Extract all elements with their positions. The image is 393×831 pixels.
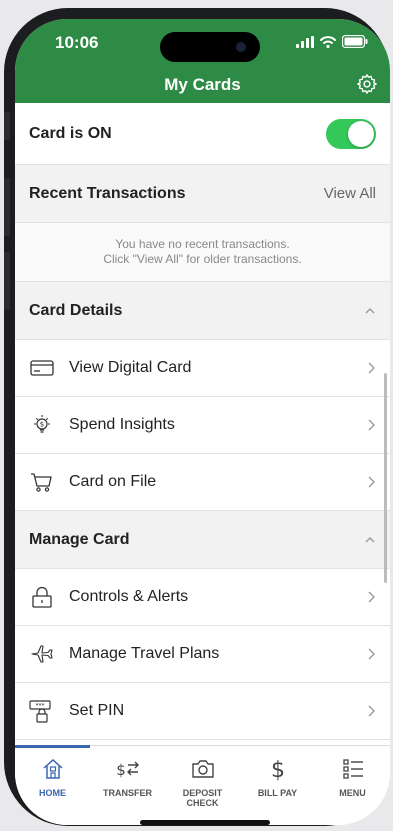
manage-card-label: Manage Card xyxy=(29,530,130,548)
home-indicator[interactable] xyxy=(140,820,270,825)
svg-text:$: $ xyxy=(271,758,285,781)
tab-bill-pay[interactable]: $ BILL PAY xyxy=(240,756,315,798)
card-details-label: Card Details xyxy=(29,301,123,319)
app-header: 10:06 My Cards xyxy=(15,19,390,103)
screen: 10:06 My Cards Card is ON Recent Transac… xyxy=(15,19,390,825)
tab-bill-pay-label: BILL PAY xyxy=(257,788,298,798)
signal-icon xyxy=(296,35,314,48)
page-title: My Cards xyxy=(164,75,241,94)
controls-alerts-item[interactable]: Controls & Alerts xyxy=(15,569,390,626)
cart-icon xyxy=(29,469,55,495)
tab-home-label: HOME xyxy=(39,788,66,798)
mute-switch xyxy=(4,112,10,140)
lightbulb-dollar-icon: $ xyxy=(29,412,55,438)
transfer-icon: $ xyxy=(115,756,141,782)
card-details-header[interactable]: Card Details xyxy=(15,282,390,340)
content-area: Card is ON Recent Transactions View All … xyxy=(15,103,390,745)
tab-deposit-check-label: DEPOSIT CHECK xyxy=(182,788,223,808)
gear-icon[interactable] xyxy=(356,73,378,95)
dollar-icon: $ xyxy=(265,756,291,782)
spend-insights-item[interactable]: $ Spend Insights xyxy=(15,397,390,454)
card-status-row: Card is ON xyxy=(15,103,390,165)
tab-bar: HOME $ TRANSFER DEPOSIT CHECK $ BILL PAY… xyxy=(15,745,390,825)
manage-travel-plans-label: Manage Travel Plans xyxy=(69,645,220,662)
battery-icon xyxy=(342,35,368,48)
svg-text:$: $ xyxy=(116,761,126,779)
chevron-right-icon xyxy=(368,705,375,717)
active-tab-indicator xyxy=(15,745,90,748)
manage-travel-plans-item[interactable]: Manage Travel Plans xyxy=(15,626,390,683)
status-time: 10:06 xyxy=(55,33,99,52)
controls-alerts-label: Controls & Alerts xyxy=(69,588,189,605)
tab-menu-label: MENU xyxy=(339,788,366,798)
manage-card-header[interactable]: Manage Card xyxy=(15,511,390,569)
card-on-file-item[interactable]: Card on File xyxy=(15,454,390,511)
tab-transfer[interactable]: $ TRANSFER xyxy=(90,756,165,798)
pin-icon: *** xyxy=(29,698,55,724)
empty-line-2: Click "View All" for older transactions. xyxy=(103,252,302,266)
svg-text:$: $ xyxy=(40,421,44,429)
status-icons xyxy=(296,35,368,48)
lock-icon xyxy=(29,584,55,610)
view-digital-card-label: View Digital Card xyxy=(69,359,192,376)
tab-deposit-check[interactable]: DEPOSIT CHECK xyxy=(165,756,240,808)
svg-text:***: *** xyxy=(36,703,45,710)
recent-transactions-label: Recent Transactions xyxy=(29,184,186,202)
volume-up-button xyxy=(4,178,10,236)
view-digital-card-item[interactable]: View Digital Card xyxy=(15,340,390,397)
empty-transactions-message: You have no recent transactions. Click "… xyxy=(15,223,390,282)
tab-transfer-label: TRANSFER xyxy=(103,788,152,798)
set-pin-label: Set PIN xyxy=(69,702,125,719)
tab-menu[interactable]: MENU xyxy=(315,756,390,798)
airplane-icon xyxy=(29,641,55,667)
chevron-right-icon xyxy=(368,362,375,374)
volume-down-button xyxy=(4,252,10,310)
chevron-up-icon xyxy=(365,307,375,313)
chevron-right-icon xyxy=(368,591,375,603)
chevron-right-icon xyxy=(368,476,375,488)
dynamic-island xyxy=(160,32,260,62)
home-icon xyxy=(40,756,66,782)
set-pin-item[interactable]: *** Set PIN xyxy=(15,683,390,740)
tab-home[interactable]: HOME xyxy=(15,756,90,798)
empty-line-1: You have no recent transactions. xyxy=(115,237,290,251)
view-all-link[interactable]: View All xyxy=(324,185,376,202)
card-on-file-label: Card on File xyxy=(69,473,157,490)
recent-transactions-header: Recent Transactions View All xyxy=(15,165,390,223)
wifi-icon xyxy=(320,35,336,48)
phone-frame: 10:06 My Cards Card is ON Recent Transac… xyxy=(4,8,390,826)
chevron-right-icon xyxy=(368,419,375,431)
menu-icon xyxy=(340,756,366,782)
chevron-up-icon xyxy=(365,536,375,542)
credit-card-icon xyxy=(29,355,55,381)
camera-icon xyxy=(190,756,216,782)
chevron-right-icon xyxy=(368,648,375,660)
scrollbar[interactable] xyxy=(384,373,387,583)
card-toggle[interactable] xyxy=(326,118,376,149)
spend-insights-label: Spend Insights xyxy=(69,416,175,433)
card-status-label: Card is ON xyxy=(29,124,112,142)
